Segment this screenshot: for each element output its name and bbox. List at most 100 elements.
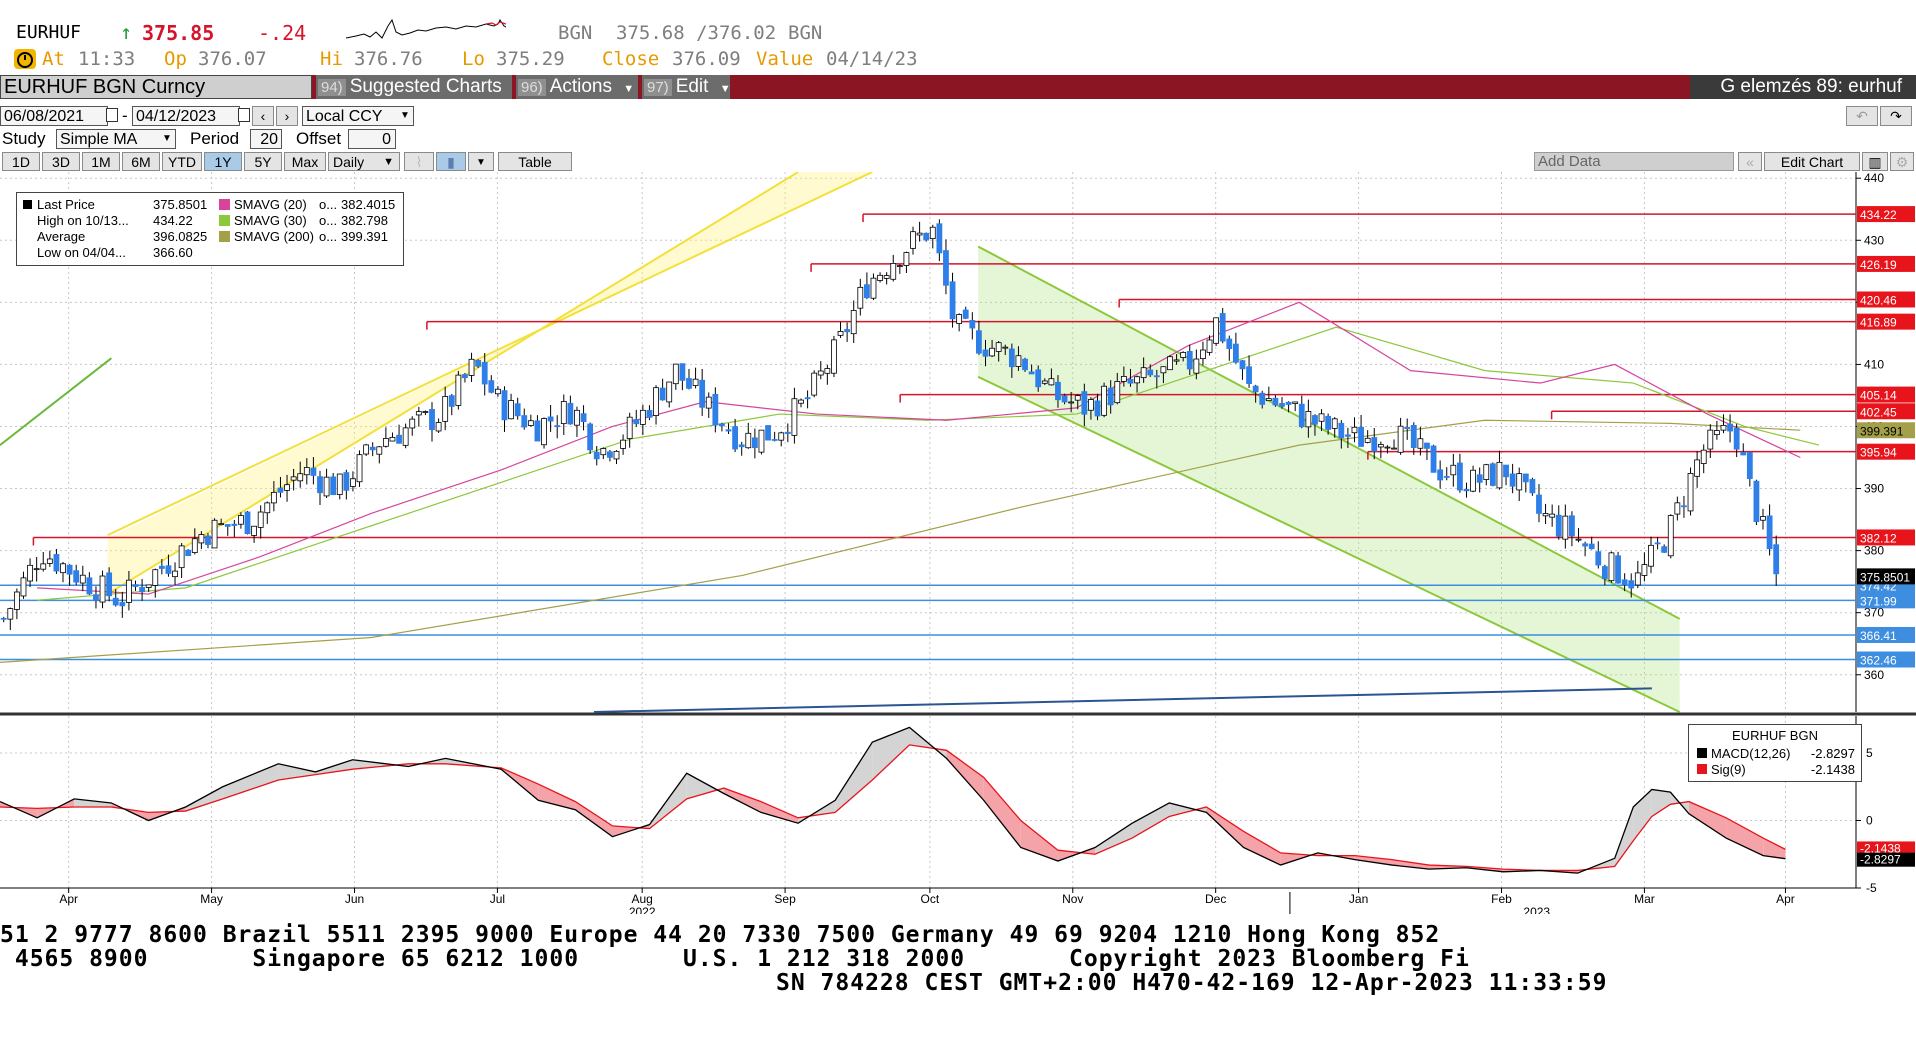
actions-menu[interactable]: 96) Actions ▼ <box>516 75 638 99</box>
candle-body <box>1443 476 1450 478</box>
range-5y-button[interactable]: 5Y <box>244 152 282 171</box>
undo-button[interactable]: ↶ <box>1846 106 1878 126</box>
candle-body <box>1107 387 1114 406</box>
study-select[interactable]: Simple MA <box>56 129 176 149</box>
candle-body <box>330 476 337 496</box>
candle-body <box>995 342 1002 352</box>
edit-chart-button[interactable]: Edit Chart <box>1764 152 1860 171</box>
table-button[interactable]: Table <box>498 152 572 171</box>
candle-body <box>396 434 402 444</box>
candle-body <box>442 396 449 422</box>
candle-body <box>53 554 60 572</box>
candle-body <box>877 274 883 281</box>
range-1m-button[interactable]: 1M <box>82 152 120 171</box>
chevron-down-icon[interactable]: ▼ <box>160 131 174 147</box>
range-1d-button[interactable]: 1D <box>2 152 40 171</box>
x-tick-label: Jun <box>345 892 364 906</box>
range-ytd-button[interactable]: YTD <box>162 152 202 171</box>
candle-body <box>870 277 877 299</box>
candle-body <box>936 223 943 254</box>
legend-row: High on 10/13... 434.22 <box>23 213 219 229</box>
candle-body <box>1173 359 1180 362</box>
legend-value: 366.60 <box>153 245 193 260</box>
candle-body <box>1180 352 1187 358</box>
candle-body <box>290 476 297 481</box>
chart-title-right: G elemzés 89: eurhuf <box>1690 75 1916 99</box>
gear-icon[interactable]: ⚙ <box>1890 152 1914 171</box>
candle-body <box>659 387 666 401</box>
candle-body <box>1661 546 1668 553</box>
legend-ma-row: SMAVG (30) o... 382.798 <box>219 213 399 229</box>
candle-body <box>514 403 521 417</box>
candle-body <box>1048 378 1055 386</box>
legend-left-column: Last Price 375.8501 High on 10/13... 434.22… <box>23 197 219 261</box>
macd-legend-rows: MACD(12,26) -2.8297 Sig(9) -2.1438 <box>1697 746 1855 778</box>
chart-type-menu[interactable]: ▼ <box>468 152 494 171</box>
candle-body <box>1127 378 1134 384</box>
frequency-label: Daily <box>333 154 365 170</box>
legend-label: SMAVG (20) <box>234 197 307 212</box>
at-time: 11:33 <box>78 48 136 70</box>
next-period-button[interactable]: › <box>276 106 298 126</box>
macd-tag-label: -2.8297 <box>1860 853 1901 867</box>
chart-type-bar-button[interactable]: ▮ <box>436 152 466 171</box>
candle-body <box>475 359 482 367</box>
candle-body <box>587 423 594 451</box>
chart-type-line-button[interactable]: ⌇ <box>404 152 434 171</box>
candle-body <box>1351 426 1358 434</box>
open-value: 376.07 <box>198 48 267 70</box>
calendar-icon[interactable] <box>238 108 250 122</box>
range-1y-button[interactable]: 1Y <box>204 152 242 171</box>
candle-body <box>910 231 916 249</box>
candle-body <box>1252 385 1259 393</box>
candle-body <box>310 467 317 476</box>
date-from-input[interactable]: 06/08/2021 <box>0 106 108 126</box>
candle-body <box>1404 427 1411 429</box>
candle-body <box>270 491 277 504</box>
period-input[interactable]: 20 <box>250 129 282 149</box>
candle-body <box>824 368 831 374</box>
candle-body <box>191 538 198 553</box>
candle-body <box>1562 515 1569 540</box>
add-data-input[interactable]: Add Data <box>1534 152 1734 171</box>
x-tick-label: Sep <box>774 892 796 906</box>
range-6m-button[interactable]: 6M <box>122 152 160 171</box>
candle-body <box>1371 437 1378 452</box>
quote-details: At 11:33 Op 376.07 Hi 376.76 Lo 375.29 C… <box>0 48 1916 72</box>
candle-body <box>765 425 771 441</box>
date-to-input[interactable]: 04/12/2023 <box>132 106 240 126</box>
redo-button[interactable]: ↷ <box>1880 106 1912 126</box>
chart-title-text: G elemzés 89: eurhuf <box>1720 76 1902 97</box>
chart-icon[interactable]: ▥ <box>1862 152 1888 171</box>
candle-body <box>580 413 587 423</box>
legend-label: Average <box>37 229 86 244</box>
chevron-down-icon[interactable]: ▼ <box>398 108 412 124</box>
macd-chart[interactable]: -505-2.1438-2.8297Apr May Jun Jul Aug Sep Oct N… <box>0 716 1916 914</box>
legend-swatch <box>23 248 32 257</box>
year-label: 2022 <box>629 905 656 914</box>
candle-body <box>692 378 699 386</box>
candle-body <box>1700 449 1707 464</box>
candle-body <box>811 372 818 396</box>
candle-body <box>165 565 172 574</box>
range-max-button[interactable]: Max <box>284 152 326 171</box>
source-label: BGN <box>558 22 593 44</box>
collapse-button[interactable]: « <box>1738 152 1762 171</box>
edit-menu[interactable]: 97) Edit ▼ <box>642 75 731 99</box>
frequency-select[interactable]: Daily ▼ <box>328 152 400 171</box>
range-3d-button[interactable]: 3D <box>42 152 80 171</box>
candle-body <box>1555 514 1562 537</box>
security-field[interactable]: EURHUF BGN Curncy <box>0 75 312 99</box>
prev-period-button[interactable]: ‹ <box>252 106 274 126</box>
candle-body <box>462 374 468 379</box>
offset-input[interactable]: 0 <box>348 129 396 149</box>
candle-body <box>363 444 370 455</box>
candle-body <box>1397 425 1404 453</box>
macd-background <box>0 716 1916 914</box>
suggested-charts-button[interactable]: 94) Suggested Charts <box>316 75 512 99</box>
candle-body <box>521 415 528 428</box>
candle-body <box>896 265 903 267</box>
candle-body <box>106 572 113 597</box>
x-tick-label: Dec <box>1205 892 1226 906</box>
calendar-icon[interactable] <box>106 108 118 122</box>
